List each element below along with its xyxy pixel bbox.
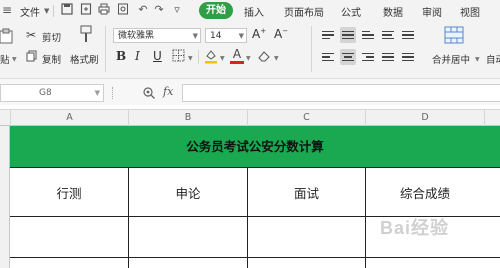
paste-label[interactable]: 贴	[0, 52, 10, 66]
column-header-c[interactable]: C	[247, 110, 365, 126]
align-middle-button[interactable]	[340, 27, 356, 43]
tab-data[interactable]: 数据	[383, 4, 403, 19]
align-right-button[interactable]	[360, 49, 376, 65]
scissors-icon[interactable]: ✂	[26, 28, 36, 42]
align-left-button[interactable]	[320, 49, 336, 65]
menu-bar: ≡ 文件 ▼ ↶ ↷ ▿ 开始 插入 页面布局 公式 数据 审阅 视图	[0, 0, 500, 22]
chevron-down-icon[interactable]: ▼	[95, 85, 100, 101]
fill-color-icon[interactable]	[204, 48, 218, 67]
watermark: Bai经验	[380, 218, 450, 238]
chevron-down-icon[interactable]: ▼	[188, 55, 193, 62]
chevron-down-icon[interactable]: ▼	[246, 55, 251, 62]
italic-button[interactable]: I	[135, 49, 140, 63]
header-label: 综合成绩	[399, 186, 450, 201]
justify-button[interactable]	[380, 49, 396, 65]
header-label: 行测	[56, 186, 82, 201]
chevron-down-icon[interactable]: ▼	[44, 7, 49, 15]
font-size-select[interactable]: 14 ▼	[205, 28, 247, 43]
divider	[112, 87, 115, 99]
format-painter-icon[interactable]	[77, 25, 95, 45]
sheet-title: 公务员考试公安分数计算	[186, 139, 324, 154]
format-painter-button[interactable]: 格式刷	[70, 52, 99, 66]
column-header-d[interactable]: D	[365, 110, 484, 126]
decrease-font-size-icon[interactable]: A−	[274, 27, 288, 41]
export-pdf-icon[interactable]	[79, 3, 93, 17]
tab-formulas[interactable]: 公式	[341, 4, 361, 19]
data-cell-c[interactable]	[248, 217, 366, 258]
merge-center-icon[interactable]	[443, 26, 465, 46]
grid-line	[128, 258, 129, 268]
formula-input[interactable]	[182, 84, 500, 102]
header-label: 申论	[175, 186, 201, 201]
underline-button[interactable]: U	[153, 49, 162, 63]
divider	[198, 50, 199, 64]
name-box[interactable]: G8 ▼	[0, 84, 104, 102]
bold-button[interactable]: B	[116, 49, 126, 63]
print-preview-icon[interactable]	[116, 3, 130, 17]
undo-icon[interactable]: ↶	[136, 3, 150, 17]
tab-page-layout[interactable]: 页面布局	[284, 4, 324, 19]
formula-bar: G8 ▼ fx	[0, 79, 500, 105]
align-bottom-button[interactable]	[360, 27, 376, 43]
orientation-button[interactable]	[380, 27, 396, 43]
copy-icon[interactable]	[26, 50, 38, 65]
auto-wrap-button[interactable]: 自动	[486, 52, 500, 66]
file-menu[interactable]: 文件	[20, 4, 40, 19]
chevron-down-icon[interactable]: ▼	[475, 56, 480, 63]
redo-icon[interactable]: ↷	[152, 3, 166, 17]
tab-home[interactable]: 开始	[199, 2, 233, 19]
hamburger-menu-icon[interactable]: ≡	[2, 3, 20, 19]
font-color-icon[interactable]: A	[230, 48, 244, 64]
row-headers[interactable]	[0, 126, 10, 268]
merge-center-button[interactable]: 合并居中	[432, 52, 470, 66]
chevron-down-icon[interactable]: ▼	[193, 29, 198, 44]
distributed-align-button[interactable]	[400, 49, 416, 65]
borders-icon[interactable]	[172, 49, 185, 65]
tab-insert[interactable]: 插入	[244, 4, 264, 19]
increase-font-size-icon[interactable]: A+	[252, 27, 266, 41]
cut-button[interactable]: 剪切	[42, 30, 61, 44]
align-center-button[interactable]	[340, 49, 356, 65]
header-label: 面试	[293, 186, 319, 201]
paste-icon[interactable]	[0, 28, 14, 44]
tab-review[interactable]: 审阅	[422, 4, 442, 19]
select-all-corner[interactable]	[0, 110, 10, 126]
print-icon[interactable]	[97, 3, 111, 17]
data-cell-a[interactable]	[10, 217, 129, 258]
customize-quick-access-icon[interactable]: ▿	[170, 3, 184, 17]
column-headers: A B C D	[0, 109, 500, 126]
divider	[105, 26, 106, 72]
ribbon-toolbar: 贴 ▼ ✂ 剪切 复制 格式刷 微软雅黑 ▼ 14 ▼ A+ A− B I U ▼ …	[0, 22, 500, 79]
align-top-button[interactable]	[320, 27, 336, 43]
grid-line	[10, 167, 500, 168]
chevron-down-icon[interactable]: ▼	[220, 55, 225, 62]
grid-line	[365, 258, 366, 268]
insert-function-button[interactable]: fx	[163, 85, 173, 98]
tab-view[interactable]: 视图	[460, 4, 480, 19]
clear-format-icon[interactable]	[257, 49, 271, 66]
column-header-e[interactable]	[484, 110, 500, 126]
zoom-search-icon[interactable]	[142, 85, 156, 99]
chevron-down-icon[interactable]: ▼	[239, 29, 244, 44]
wrap-text-button[interactable]	[400, 27, 416, 43]
column-header-a[interactable]: A	[10, 110, 128, 126]
divider	[311, 26, 312, 72]
table-row[interactable]	[10, 258, 500, 268]
grid-line	[247, 258, 248, 268]
chevron-down-icon[interactable]: ▼	[12, 56, 17, 63]
data-cell-b[interactable]	[129, 217, 248, 258]
chevron-down-icon[interactable]: ▼	[274, 55, 279, 62]
copy-button[interactable]: 复制	[42, 52, 61, 66]
font-name-select[interactable]: 微软雅黑 ▼	[113, 28, 201, 43]
column-header-b[interactable]: B	[128, 110, 247, 126]
save-icon[interactable]	[60, 3, 74, 17]
divider	[53, 5, 54, 17]
